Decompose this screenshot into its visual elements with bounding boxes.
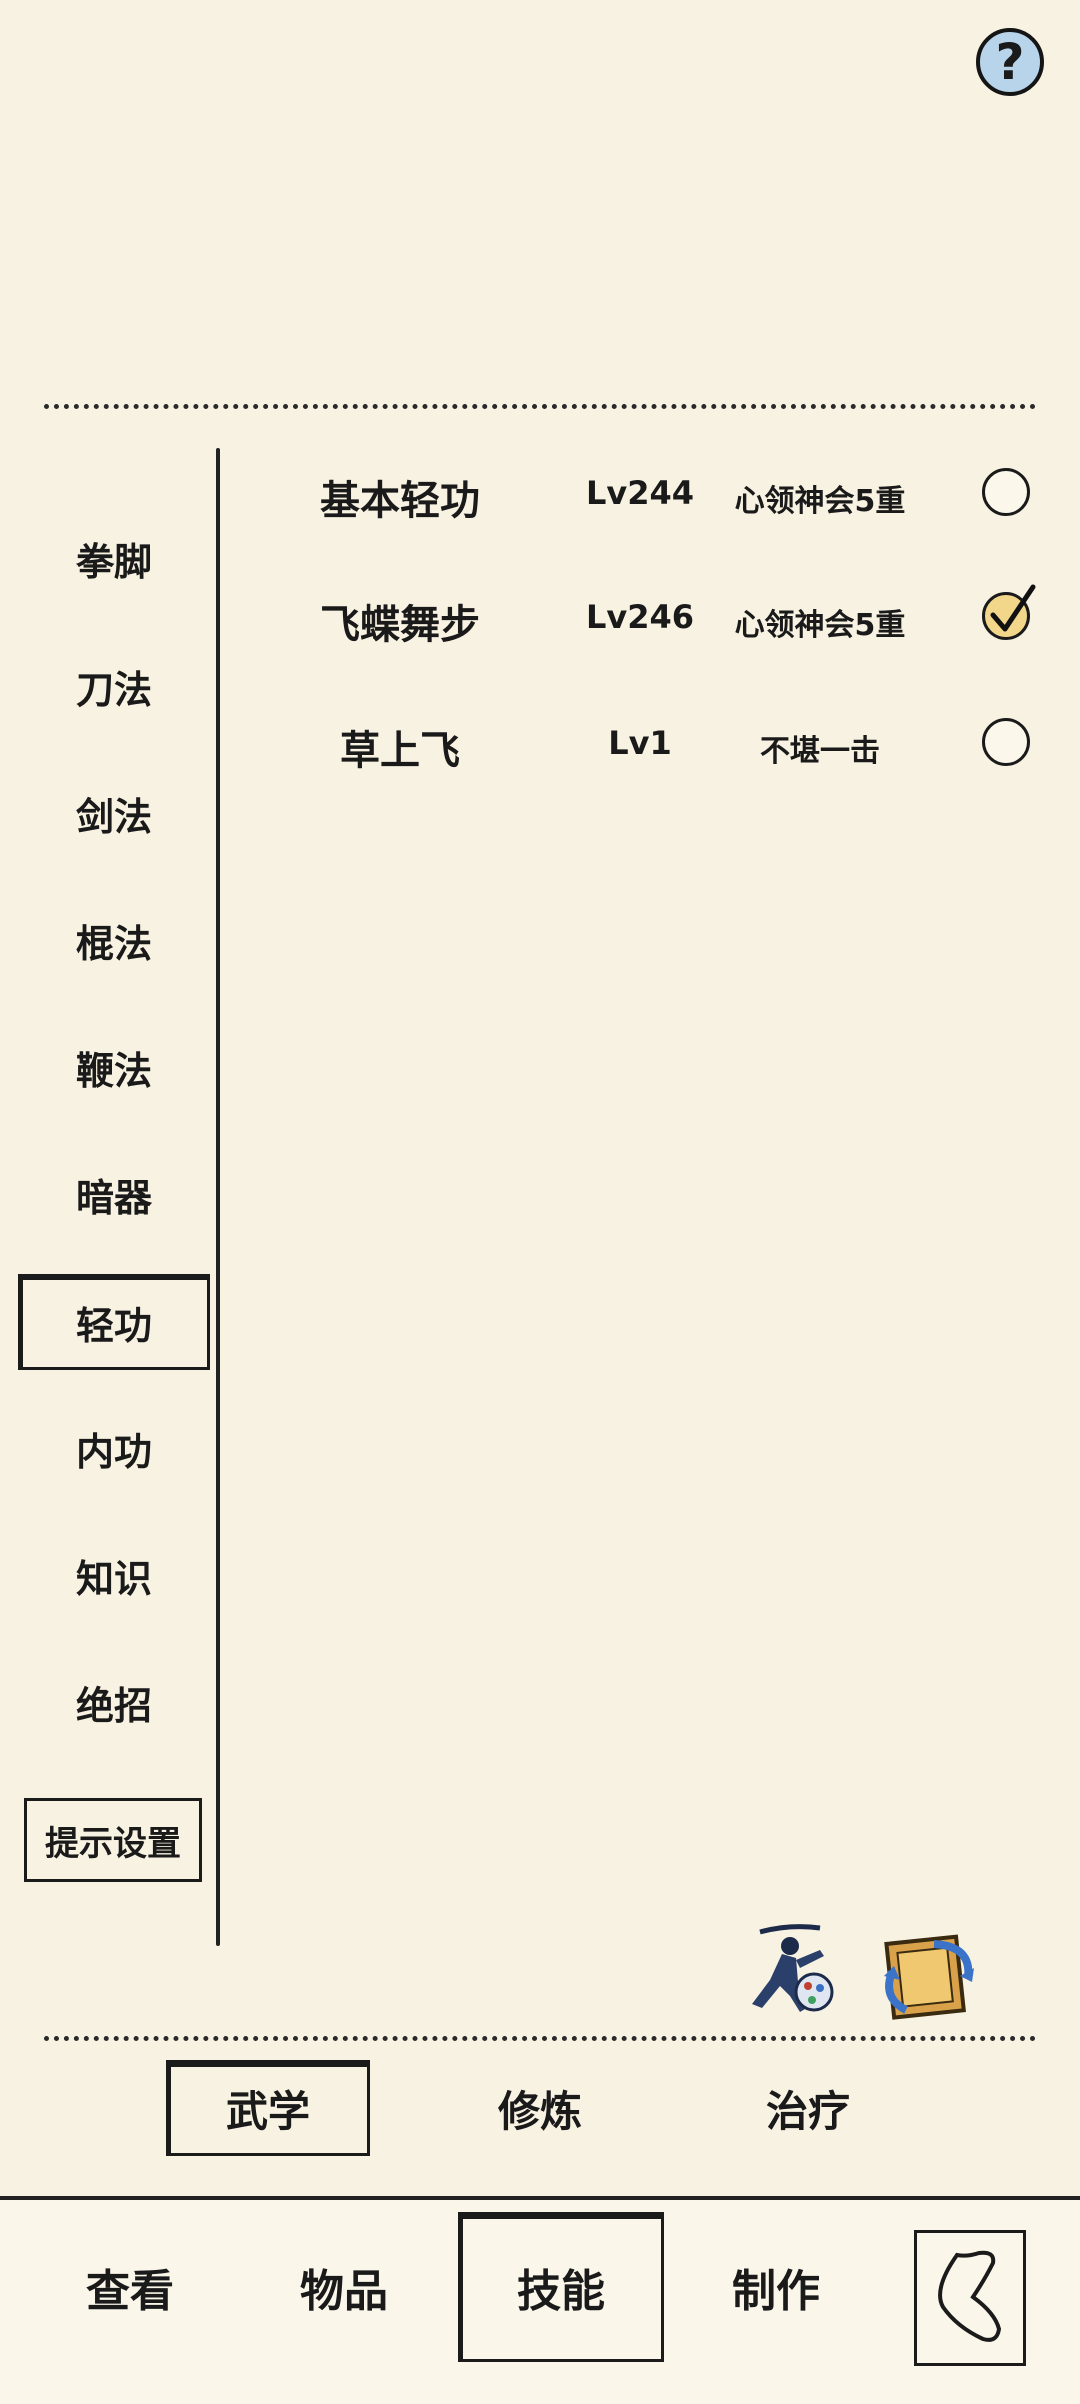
- skill-level: Lv1: [608, 724, 672, 762]
- sidebar-item-anqi[interactable]: 暗器: [18, 1148, 210, 1240]
- help-button[interactable]: ?: [976, 28, 1044, 96]
- nav-skills[interactable]: 技能: [458, 2212, 664, 2362]
- nav-label: 查看: [86, 2266, 174, 2317]
- skill-row[interactable]: 基本轻功 Lv244 心领神会5重: [240, 446, 1040, 536]
- skill-row[interactable]: 飞蝶舞步 Lv246 心领神会5重: [240, 570, 1040, 660]
- sidebar-item-label: 棍法: [75, 921, 152, 966]
- skill-rank: 心领神会5重: [734, 484, 906, 519]
- skill-radio[interactable]: [982, 718, 1030, 766]
- skill-radio-checked[interactable]: [982, 584, 1036, 640]
- sidebar-item-quanjiao[interactable]: 拳脚: [18, 512, 210, 604]
- tab-label: 修炼: [497, 2086, 582, 2136]
- sidebar-item-label: 知识: [75, 1556, 152, 1601]
- back-arrow-icon: [938, 2250, 1002, 2342]
- sidebar-item-qinggong[interactable]: 轻功: [18, 1274, 210, 1370]
- tab-label: 治疗: [765, 2086, 850, 2136]
- sidebar-item-bianfa[interactable]: 鞭法: [18, 1021, 210, 1113]
- sidebar-item-label: 剑法: [75, 794, 152, 839]
- skill-level: Lv246: [585, 598, 695, 636]
- nav-craft[interactable]: 制作: [676, 2212, 876, 2362]
- sidebar-item-gunfa[interactable]: 棍法: [18, 894, 210, 986]
- tip-settings-button[interactable]: 提示设置: [24, 1798, 202, 1882]
- sidebar-divider: [216, 448, 220, 1946]
- skill-level: Lv244: [585, 474, 695, 512]
- skill-rank: 心领神会5重: [734, 608, 906, 643]
- back-button[interactable]: [914, 2230, 1026, 2366]
- nav-label: 物品: [300, 2266, 388, 2317]
- skill-name: 草上飞: [340, 728, 460, 774]
- nav-label: 技能: [517, 2266, 605, 2317]
- sidebar-item-daofa[interactable]: 刀法: [18, 640, 210, 732]
- nav-items[interactable]: 物品: [244, 2212, 444, 2362]
- top-divider: [44, 404, 1036, 409]
- sidebar-item-zhishi[interactable]: 知识: [18, 1529, 210, 1621]
- sidebar-item-label: 轻功: [75, 1303, 152, 1348]
- sidebar-item-label: 绝招: [75, 1683, 152, 1728]
- sidebar-item-juezhao[interactable]: 绝招: [18, 1656, 210, 1748]
- sidebar-item-label: 暗器: [75, 1175, 152, 1220]
- nav-view[interactable]: 查看: [30, 2212, 230, 2362]
- tab-wuxue[interactable]: 武学: [166, 2060, 370, 2156]
- skill-rank: 不堪一击: [760, 734, 880, 769]
- nav-label: 制作: [732, 2266, 820, 2317]
- sidebar-item-label: 内功: [75, 1429, 152, 1474]
- sidebar-item-jianfa[interactable]: 剑法: [18, 767, 210, 859]
- checkmark-icon: [990, 584, 1036, 632]
- skill-radio[interactable]: [982, 468, 1030, 516]
- tip-settings-label: 提示设置: [45, 1823, 181, 1864]
- swap-scroll-icon[interactable]: [876, 1926, 986, 2022]
- sidebar-item-label: 刀法: [75, 667, 152, 712]
- skill-name: 飞蝶舞步: [320, 602, 480, 648]
- bottom-divider: [44, 2036, 1036, 2041]
- sidebar-item-label: 鞭法: [75, 1048, 152, 1093]
- tab-label: 武学: [225, 2086, 310, 2136]
- tab-zhiliao[interactable]: 治疗: [708, 2060, 908, 2156]
- skill-row[interactable]: 草上飞 Lv1 不堪一击: [240, 696, 1040, 786]
- martial-artist-icon[interactable]: [740, 1920, 840, 2020]
- tab-xiulian[interactable]: 修炼: [440, 2060, 640, 2156]
- sidebar-item-label: 拳脚: [75, 539, 152, 584]
- skill-name: 基本轻功: [320, 478, 480, 524]
- question-mark-icon: ?: [995, 33, 1025, 91]
- sidebar-item-neigong[interactable]: 内功: [18, 1402, 210, 1494]
